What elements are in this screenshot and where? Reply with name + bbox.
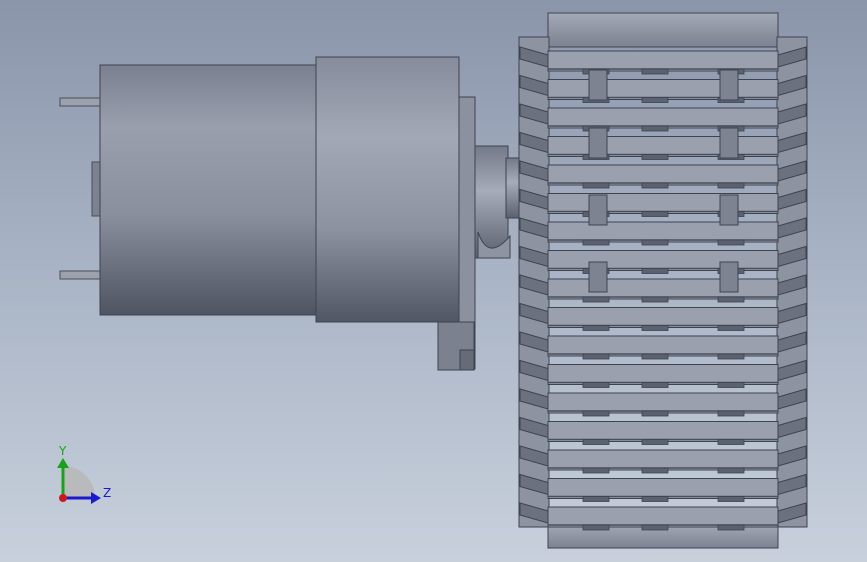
track-tooth-pad [717,382,745,388]
track-tooth-pad [582,439,610,445]
cad-viewport[interactable]: Y Z [0,0,867,562]
track-link-plate [547,478,779,499]
track-tooth-pad [582,353,610,360]
track-link-plate [547,449,779,471]
track-link-plate [547,136,779,157]
z-axis-label: Z [103,486,111,500]
track-link-plate [547,421,779,442]
sprocket-tooth [719,194,739,226]
track-tooth-pad [641,97,669,103]
track-link-plate [547,193,779,214]
track-tooth-pad [582,325,610,331]
output-shaft [505,157,521,219]
track-tooth-pad [641,154,669,160]
track-tooth-pad [582,239,610,246]
track-tooth-pad [582,382,610,388]
track-tooth-pad [717,439,745,445]
track-tooth-pad [582,296,610,303]
gearbox-housing [315,56,460,323]
coordinate-triad[interactable]: Y Z [57,444,111,504]
track-tooth-pad [582,496,610,502]
motor-assembly [59,56,521,371]
track-tooth-pad [582,410,610,417]
track-link-plate [547,335,779,357]
track-tooth-pad [641,439,669,445]
track-tooth-pad [641,239,669,246]
track-tooth-pad [641,496,669,502]
track-tooth-pad [717,524,745,531]
track-tooth-pad [582,182,610,189]
track-assembly [518,12,808,549]
track-link-plate [547,50,779,72]
track-tooth-pad [641,68,669,75]
track-tooth-pad [641,182,669,189]
rear-boss [91,161,101,217]
track-link-plate [547,164,779,186]
track-tooth-pad [717,325,745,331]
track-tooth-pad [717,467,745,474]
track-tooth-pad [582,524,610,531]
y-axis-label: Y [58,444,67,458]
track-link-plate [547,506,779,528]
sprocket-tooth [588,261,608,293]
track-tooth-pad [717,239,745,246]
flange-lower-detail [459,349,475,371]
track-link-plate [547,364,779,385]
sprocket-tooth [588,69,608,101]
track-tooth-pad [717,496,745,502]
z-axis-arrow-icon [91,492,101,504]
triad-arc [63,466,95,498]
sprocket-tooth [719,261,739,293]
track-tooth-pad [641,325,669,331]
terminal-pin-bottom [59,270,101,280]
sprocket-tooth [719,69,739,101]
track-link-plate [547,250,779,271]
track-tooth-pad [717,182,745,189]
track-tooth-pad [641,353,669,360]
track-link-plate [547,107,779,129]
track-tooth-pad [582,467,610,474]
track-tooth-pad [641,211,669,217]
track-tooth-pad [717,410,745,417]
motor-can [99,64,319,316]
sprocket-tooth [719,127,739,159]
track-tooth-pad [641,410,669,417]
track-tooth-pad [641,296,669,303]
track-link-plate [547,79,779,100]
track-link-plate [547,392,779,414]
track-link-plate [547,278,779,300]
track-tooth-pad [641,382,669,388]
track-top-cap [547,12,779,48]
track-tooth-pad [641,268,669,274]
track-tooth-pad [717,353,745,360]
track-link-plate [547,221,779,243]
sprocket-tooth [588,127,608,159]
track-tooth-pad [641,467,669,474]
terminal-pin-top [59,97,101,107]
x-axis-point [59,494,67,502]
sprocket-tooth [588,194,608,226]
track-link-plate [547,307,779,328]
track-tooth-pad [717,296,745,303]
track-tooth-pad [641,524,669,531]
track-tooth-pad [641,125,669,132]
y-axis-arrow-icon [57,458,69,468]
